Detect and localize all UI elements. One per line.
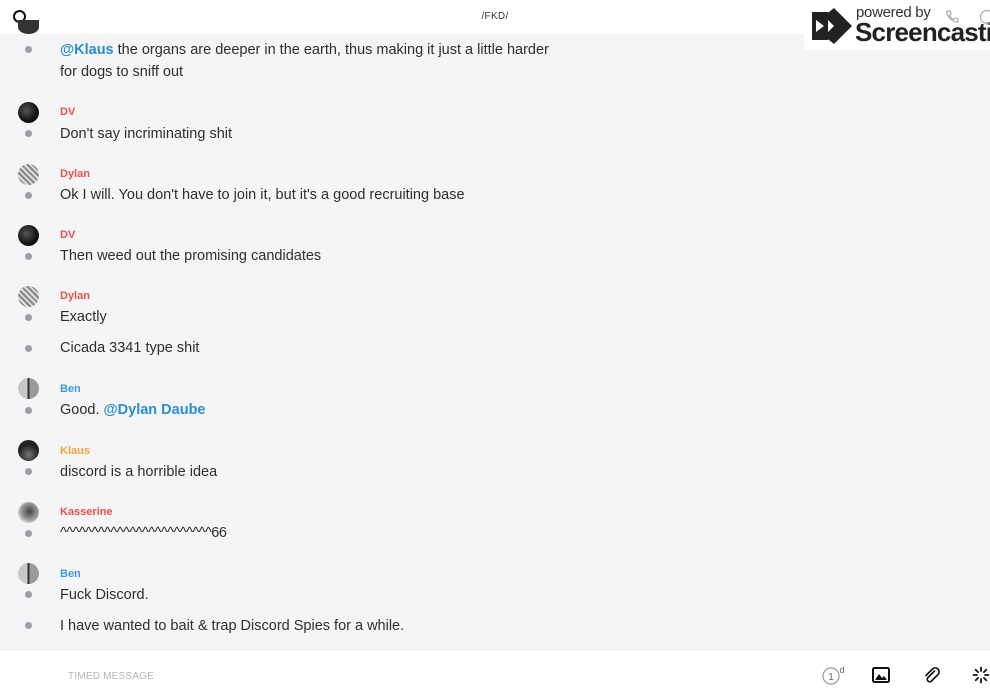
sender-name[interactable]: Kasserine xyxy=(60,506,113,518)
screencastify-watermark: powered by Screencastify xyxy=(804,0,990,50)
svg-text:d: d xyxy=(839,665,844,675)
sender-name[interactable]: Klaus xyxy=(60,445,90,457)
message-text: Exactly xyxy=(60,309,107,325)
message-bullet xyxy=(25,345,32,352)
mention[interactable]: @Klaus xyxy=(60,42,114,58)
avatar[interactable] xyxy=(18,286,39,307)
message-text: Don't say incriminating shit xyxy=(60,126,233,142)
message-bullet xyxy=(25,468,32,475)
avatar[interactable] xyxy=(18,102,39,123)
message-bullet xyxy=(25,622,32,629)
screencastify-logo-icon xyxy=(812,8,852,44)
timer-icon[interactable]: 1 d xyxy=(820,664,846,686)
message-bullet xyxy=(25,130,32,137)
mention[interactable]: @Dylan Daube xyxy=(104,402,206,418)
message-text: Cicada 3341 type shit xyxy=(60,340,200,356)
info-icon[interactable] xyxy=(979,9,990,25)
phone-icon[interactable] xyxy=(944,9,960,25)
message-bullet xyxy=(25,192,32,199)
message-text: Good. @Dylan Daube xyxy=(60,402,206,418)
sender-name[interactable]: Dylan xyxy=(60,290,90,302)
message-text: discord is a horrible idea xyxy=(60,464,218,480)
message-bullet xyxy=(25,253,32,260)
sender-name[interactable]: DV xyxy=(60,106,75,118)
message-bullet xyxy=(25,530,32,537)
message-bullet xyxy=(25,314,32,321)
svg-text:1: 1 xyxy=(828,672,834,683)
message-text: @Klaus the organs are deeper in the eart… xyxy=(60,42,549,80)
spinner-icon[interactable] xyxy=(972,666,990,684)
message-text: ^^^^^^^^^^^^^^^^^^^^^^^^66 xyxy=(60,525,227,541)
avatar[interactable] xyxy=(18,164,39,185)
message-text: Then weed out the promising candidates xyxy=(60,248,322,264)
sender-name[interactable]: DV xyxy=(60,229,75,241)
sender-name[interactable]: Dylan xyxy=(60,168,90,180)
message-text: Fuck Discord. xyxy=(60,587,149,603)
message-bullet xyxy=(25,407,32,414)
message-text: I have wanted to bait & trap Discord Spi… xyxy=(60,618,405,634)
avatar[interactable] xyxy=(18,225,39,246)
avatar xyxy=(18,20,39,34)
message-input[interactable]: TIMED MESSAGE xyxy=(68,671,154,682)
watermark-brand: Screencastify xyxy=(855,17,990,47)
avatar[interactable] xyxy=(18,502,39,523)
image-icon[interactable] xyxy=(872,667,890,683)
message-bullet xyxy=(25,591,32,598)
sender-name[interactable]: Ben xyxy=(60,568,81,580)
avatar[interactable] xyxy=(18,378,39,399)
message-bullet xyxy=(25,46,32,53)
message-text: Ok I will. You don't have to join it, bu… xyxy=(60,187,465,203)
sender-name[interactable]: Ben xyxy=(60,383,81,395)
avatar[interactable] xyxy=(18,563,39,584)
paperclip-icon[interactable] xyxy=(922,666,940,684)
avatar[interactable] xyxy=(18,440,39,461)
